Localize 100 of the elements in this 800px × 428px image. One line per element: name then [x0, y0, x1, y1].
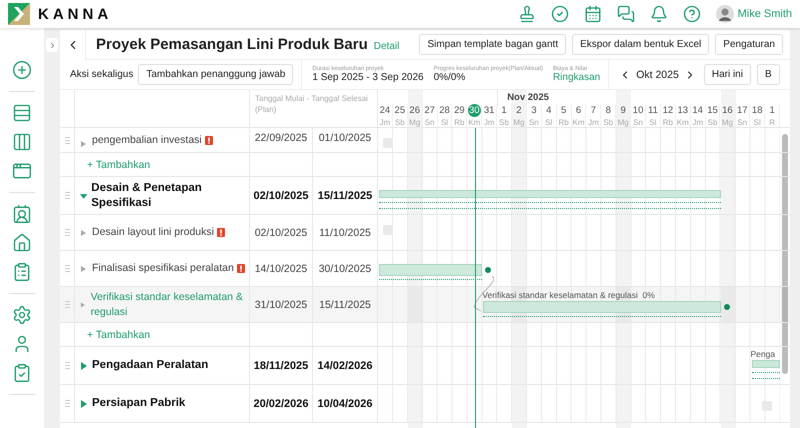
expand-icon[interactable] — [80, 300, 87, 308]
list-icon[interactable] — [12, 103, 32, 123]
stamp-icon[interactable] — [518, 5, 536, 23]
day-number[interactable]: 14 — [691, 104, 704, 117]
day-number[interactable]: 17 — [736, 104, 749, 117]
help-icon[interactable] — [682, 5, 701, 23]
group-name[interactable]: Persiapan Pabrik — [92, 396, 186, 411]
end-date: 11/10/2025 — [319, 226, 371, 238]
day-number[interactable]: 29 — [452, 104, 466, 117]
day-number[interactable]: 8 — [602, 104, 615, 117]
brand-name: KANNA — [38, 6, 112, 22]
drag-handle-icon[interactable] — [64, 362, 70, 369]
day-number[interactable]: 9 — [616, 104, 630, 117]
weekday-label: R — [769, 118, 775, 127]
weekday-label: Jm — [692, 118, 703, 127]
scrollbar[interactable] — [782, 134, 788, 374]
drag-handle-icon[interactable] — [64, 136, 70, 144]
weekday-label: Sn — [633, 118, 643, 127]
contact-icon[interactable] — [12, 204, 32, 224]
view-button[interactable]: B — [756, 64, 780, 85]
day-number[interactable]: 7 — [586, 104, 600, 117]
weekday-label: Sn — [737, 118, 748, 127]
settings-icon[interactable] — [12, 305, 32, 325]
weekday-label: Km — [468, 118, 480, 127]
end-date: 14/02/2026 — [317, 360, 373, 372]
current-month: Okt 2025 — [636, 68, 679, 80]
drag-handle-icon[interactable] — [64, 229, 70, 236]
start-date: 02/10/2025 — [253, 190, 309, 202]
day-number[interactable]: 13 — [676, 104, 690, 117]
weekday-label: Sn — [424, 118, 435, 127]
day-number[interactable]: 2 — [512, 104, 526, 117]
add-icon[interactable] — [12, 60, 32, 80]
columns-icon[interactable] — [12, 132, 32, 152]
bulk-action-label: Aksi sekaligus — [70, 69, 134, 80]
day-number[interactable]: 10 — [632, 104, 645, 117]
house-icon[interactable] — [12, 233, 32, 253]
day-number[interactable]: 25 — [393, 104, 406, 117]
collapse-icon[interactable] — [80, 192, 88, 200]
task-name[interactable]: Desain layout lini produksi — [92, 225, 225, 240]
expand-icon[interactable] — [80, 264, 88, 272]
back-button[interactable] — [60, 30, 86, 60]
chat-icon[interactable] — [616, 5, 635, 23]
day-number[interactable]: 28 — [438, 104, 451, 117]
calendar-icon[interactable] — [584, 5, 602, 23]
day-number[interactable]: 11 — [646, 104, 660, 117]
day-number[interactable]: 1 — [498, 104, 511, 117]
weekday-label: Sl — [754, 118, 761, 127]
drag-handle-icon[interactable] — [64, 192, 70, 199]
day-number[interactable]: 26 — [408, 104, 422, 117]
task-name[interactable]: Finalisasi spesifikasi peralatan — [92, 261, 245, 276]
add-task-link[interactable]: + Tambahkan — [75, 158, 150, 170]
weekday-label: Sb — [394, 118, 405, 127]
window-icon[interactable] — [12, 161, 32, 181]
drag-handle-icon[interactable] — [64, 301, 70, 308]
add-task-link[interactable]: + Tambahkan — [75, 328, 150, 340]
stat-value: 0%/0% — [434, 72, 466, 83]
day-number[interactable]: 27 — [423, 104, 436, 117]
end-date: 15/11/2025 — [318, 190, 372, 202]
progress-dot[interactable] — [485, 267, 492, 273]
add-assignee-button[interactable]: Tambahkan penanggung jawab — [138, 64, 294, 85]
expand-sidebar-button[interactable] — [46, 38, 58, 52]
avatar-icon[interactable] — [716, 5, 734, 23]
toolbar-button[interactable]: Pengaturan — [715, 34, 783, 55]
day-number[interactable]: 1 — [766, 104, 779, 117]
expand-icon[interactable] — [80, 362, 88, 370]
task-row[interactable]: Verifikasi standar keselamatan & regulasi 31/10/2025 15/11/2025 Verifikasi standar keselamatan & regulasi 0% — [60, 287, 790, 323]
start-date: 20/02/2026 — [253, 398, 309, 410]
bell-icon[interactable] — [650, 5, 668, 23]
task-name[interactable]: pengembalian investasi — [92, 133, 213, 148]
weekday-label: Mg — [409, 118, 420, 127]
weekday-label: Rb — [454, 118, 465, 127]
day-number[interactable]: 6 — [572, 104, 586, 117]
day-number[interactable]: 3 — [527, 104, 540, 117]
start-date: 14/10/2025 — [254, 262, 308, 274]
expand-icon[interactable] — [80, 228, 88, 236]
drag-handle-icon[interactable] — [64, 265, 70, 272]
check-circle-icon[interactable] — [550, 5, 569, 23]
group-name[interactable]: Desain & Penetapan Spesifikasi — [91, 180, 249, 210]
expand-icon[interactable] — [80, 400, 88, 408]
clipboard-icon[interactable] — [12, 262, 32, 282]
start-date: 02/10/2025 — [254, 226, 308, 238]
toolbar-button[interactable]: Simpan template bagan gantt — [419, 34, 566, 55]
expand-icon[interactable] — [80, 140, 88, 148]
day-number[interactable]: 12 — [661, 104, 674, 117]
project-title: Proyek Pemasangan Lini Produk Baru — [96, 36, 368, 53]
day-number[interactable]: 24 — [378, 104, 392, 117]
day-number[interactable]: 31 — [482, 104, 496, 117]
day-number[interactable]: 4 — [542, 104, 556, 117]
day-number[interactable]: 5 — [557, 104, 570, 117]
weekday-label: Mg — [618, 118, 629, 127]
toolbar-button[interactable]: Ekspor dalam bentuk Excel — [572, 34, 710, 55]
today-button[interactable]: Hari ini — [704, 64, 751, 85]
logo-icon[interactable] — [8, 3, 30, 25]
day-number[interactable]: 16 — [720, 104, 734, 117]
clipboard-check-icon[interactable] — [12, 363, 32, 383]
plan-line — [752, 372, 780, 373]
day-number[interactable]: 18 — [750, 104, 764, 117]
day-number[interactable]: 15 — [706, 104, 720, 117]
drag-handle-icon[interactable] — [64, 400, 70, 407]
group-name[interactable]: Pengadaan Peralatan — [92, 358, 208, 373]
